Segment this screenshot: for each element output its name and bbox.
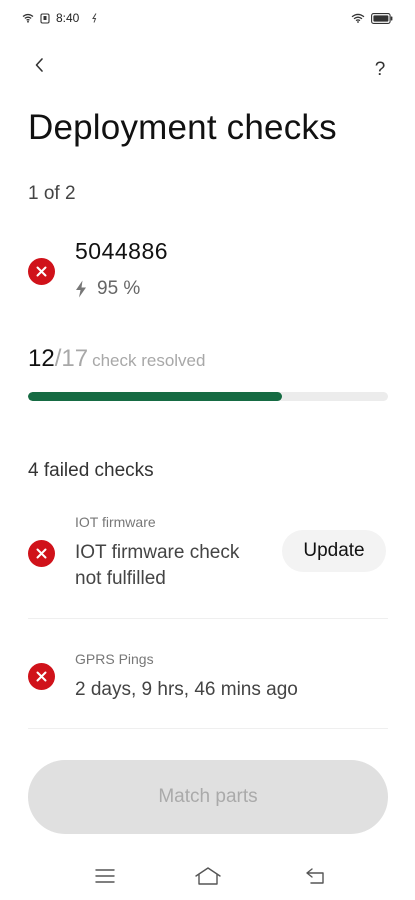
battery-status-icon — [371, 12, 393, 24]
progress-bar — [28, 392, 388, 401]
check-description-line: not fulfilled — [75, 568, 166, 589]
check-description-line: 2 days, 9 hrs, 46 mins ago — [75, 679, 298, 700]
menu-icon — [95, 869, 115, 883]
check-description: IOT firmware check not fulfilled — [75, 540, 239, 592]
back-arrow-icon — [306, 868, 324, 884]
check-description-line: IOT firmware check — [75, 542, 240, 563]
update-button[interactable]: Update — [282, 530, 386, 572]
status-bar: 8:40 — [0, 0, 415, 36]
check-item-gprs-pings: GPRS Pings 2 days, 9 hrs, 46 mins ago — [28, 649, 388, 709]
resolved-count: 12 — [28, 345, 55, 372]
failed-checks-heading: 4 failed checks — [28, 460, 154, 481]
back-button[interactable] — [26, 52, 52, 78]
menu-nav-button[interactable] — [87, 858, 123, 894]
status-time: 8:40 — [56, 11, 80, 25]
device-summary: 5044886 95 % — [28, 238, 388, 308]
device-id: 5044886 — [75, 238, 169, 264]
data-activity-icon — [91, 13, 99, 23]
page-title: Deployment checks — [28, 108, 337, 147]
status-right — [351, 12, 393, 24]
error-icon — [28, 540, 55, 567]
back-nav-button[interactable] — [298, 858, 334, 894]
match-parts-button[interactable]: Match parts — [28, 760, 388, 834]
check-description: 2 days, 9 hrs, 46 mins ago — [75, 677, 298, 703]
wifi-icon — [22, 13, 34, 23]
storage-notification-icon — [40, 12, 50, 24]
total-count: 17 — [61, 345, 89, 372]
home-nav-button[interactable] — [190, 858, 226, 894]
progress-separator: / — [54, 345, 62, 372]
divider — [28, 618, 388, 619]
check-category: GPRS Pings — [75, 651, 154, 667]
battery-level: 95 % — [75, 278, 140, 300]
lightning-icon — [76, 280, 86, 298]
pager-indicator: 1 of 2 — [28, 183, 76, 204]
chevron-left-icon — [35, 58, 43, 72]
progress-summary: 12 / 17 check resolved — [28, 345, 205, 373]
check-category: IOT firmware — [75, 514, 156, 530]
help-button[interactable]: ? — [369, 58, 391, 82]
check-item-iot-firmware: IOT firmware IOT firmware check not fulf… — [28, 512, 388, 602]
status-left: 8:40 — [22, 11, 99, 25]
error-icon — [28, 258, 55, 285]
divider — [28, 728, 388, 729]
progress-fill — [28, 392, 282, 401]
error-icon — [28, 663, 55, 690]
battery-percent: 95 % — [97, 278, 141, 299]
system-nav-bar — [0, 858, 415, 894]
wifi-signal-icon — [351, 13, 365, 23]
top-nav: ? — [0, 52, 415, 82]
progress-label: check resolved — [92, 351, 206, 370]
home-icon — [195, 867, 221, 885]
